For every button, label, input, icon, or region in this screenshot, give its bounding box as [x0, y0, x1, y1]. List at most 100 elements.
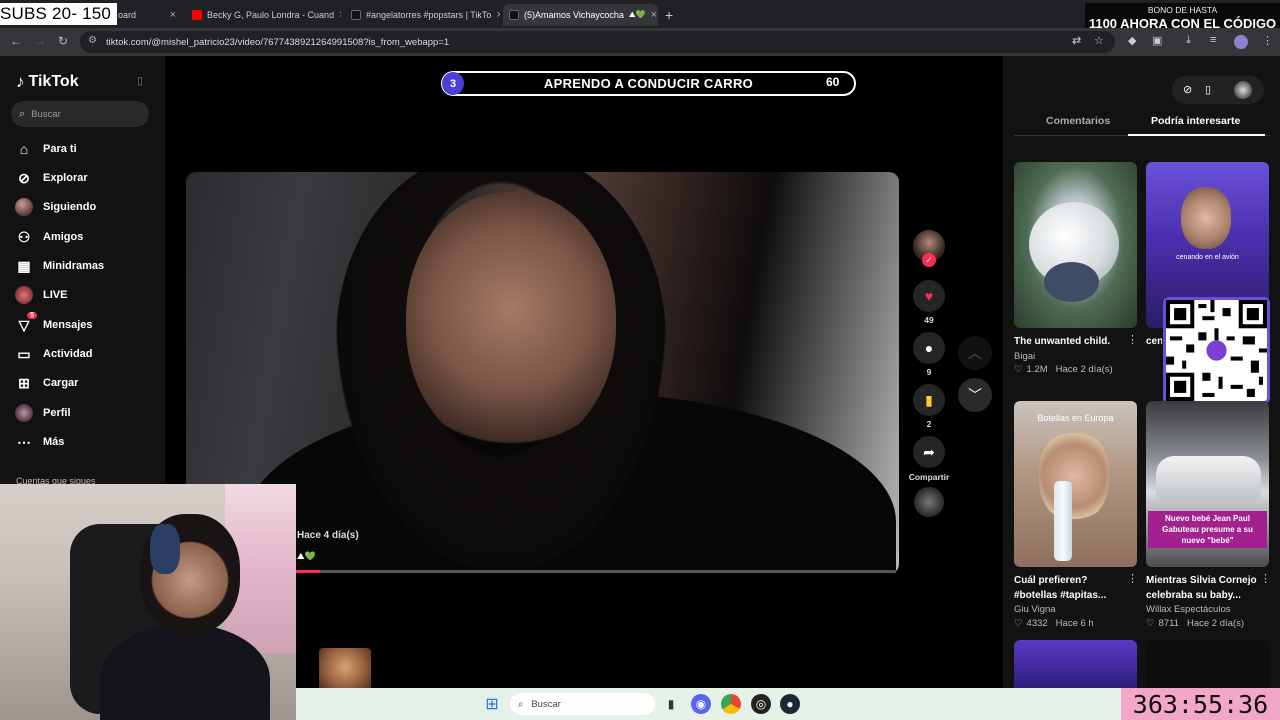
save-button[interactable]: ▮ — [913, 384, 945, 416]
chick-illustration — [1044, 262, 1099, 302]
video-progress-track[interactable] — [296, 570, 896, 573]
video-title[interactable]: cena — [1146, 334, 1162, 349]
like-button[interactable]: ♥ — [913, 280, 945, 312]
url-text: tiktok.com/@mishel_patricio23/video/7677… — [106, 36, 450, 48]
search-placeholder: Buscar — [31, 108, 61, 120]
qr-pattern — [1166, 300, 1267, 401]
thumb-overlay-text: cenando en el avión — [1176, 254, 1239, 261]
new-tab-button[interactable]: + — [665, 7, 673, 23]
site-info-icon[interactable]: ⚙ — [88, 35, 97, 46]
goal-banner: APRENDO A CONDUCIR CARRO — [441, 71, 856, 96]
previous-video-button[interactable]: ︿ — [958, 336, 992, 370]
sidebar-item-mensajes[interactable]: ▽ 5 Mensajes — [15, 312, 93, 336]
taskbar-search-placeholder: Buscar — [531, 698, 561, 710]
browser-tab[interactable]: #angelatorres #popstars | TikTo × — [345, 4, 500, 26]
sidebar-item-live[interactable]: LIVE — [15, 284, 67, 306]
windows-start-icon[interactable]: ⊞ — [482, 694, 502, 714]
live-icon — [15, 286, 33, 304]
back-icon[interactable]: ← — [10, 34, 22, 48]
profile-avatar-icon[interactable] — [1234, 35, 1248, 49]
recommended-video-thumb[interactable] — [1014, 162, 1137, 328]
tiktok-logo[interactable]: ♪ TikTok — [16, 72, 79, 92]
sidebar-item-amigos[interactable]: ⚇ Amigos — [15, 226, 84, 248]
compass-icon[interactable]: ⊘ — [1183, 83, 1192, 96]
steam-icon[interactable]: ● — [780, 694, 800, 714]
tab-title: #angelatorres #popstars | TikTo — [366, 10, 492, 20]
task-view-icon[interactable]: ▮ — [661, 694, 681, 714]
media-icon[interactable]: ≡ — [1210, 34, 1216, 46]
extension-icon[interactable]: ◆ — [1128, 34, 1136, 47]
bookmark-icon: ▮ — [925, 391, 933, 408]
nav-label: Perfil — [43, 407, 71, 419]
browser-tab-active[interactable]: (5)Amamos Vichaycocha ⛰💚 × — [503, 4, 658, 26]
close-tab-icon[interactable]: × — [651, 9, 657, 21]
share-button[interactable]: ➦ — [913, 436, 945, 468]
next-video-button[interactable]: ﹀ — [958, 378, 992, 412]
video-author[interactable]: Bigai — [1014, 351, 1035, 362]
video-author[interactable]: Willax Espectáculos — [1146, 604, 1230, 615]
save-count: 2 — [926, 419, 932, 429]
nav-label: Actividad — [43, 348, 93, 360]
menu-kebab-icon[interactable]: ⋮ — [1262, 34, 1273, 47]
video-author[interactable]: Giu Vigna — [1014, 604, 1056, 615]
download-icon[interactable]: ⤓ — [1186, 34, 1191, 47]
recommended-video-thumb[interactable]: Botellas en Europa — [1014, 401, 1137, 567]
reload-icon[interactable]: ↻ — [58, 34, 68, 48]
browser-tab[interactable]: oard × — [112, 4, 182, 26]
video-title[interactable]: The unwanted child. — [1014, 334, 1129, 349]
sidebar-item-siguiendo[interactable]: Siguiendo — [15, 196, 96, 218]
sidebar-item-cargar[interactable]: ⊞ Cargar — [15, 372, 78, 394]
browser-tab[interactable]: Becky G, Paulo Londra - Cuand × — [186, 4, 341, 26]
sidebar-item-minidramas[interactable]: ▦ Minidramas — [15, 255, 104, 277]
collapse-sidebar-icon[interactable]: ▯ — [137, 74, 143, 87]
tiktok-note-icon: ♪ — [16, 72, 25, 91]
discord-icon[interactable]: ◉ — [691, 694, 711, 714]
avatar-icon — [15, 198, 33, 216]
video-title[interactable]: Mientras Silvia Cornejo celebraba su bab… — [1146, 573, 1261, 603]
sidebar-item-actividad[interactable]: ▭ Actividad — [15, 343, 93, 365]
recommended-video-thumb[interactable] — [1146, 640, 1269, 688]
friends-icon: ⚇ — [17, 228, 31, 245]
chevron-up-icon: ︿ — [968, 345, 982, 361]
recommended-video-thumb[interactable] — [1014, 640, 1137, 688]
chrome-icon[interactable] — [721, 694, 741, 714]
sidebar-item-explorar[interactable]: ⊘ Explorar — [15, 167, 88, 189]
thumb-overlay-text: Nuevo bebé Jean Paul Gabuteau presume a … — [1148, 511, 1267, 548]
user-avatar[interactable] — [1234, 81, 1252, 99]
close-tab-icon[interactable]: × — [339, 9, 341, 21]
headset — [150, 524, 180, 574]
follow-check-icon[interactable]: ✓ — [922, 253, 936, 267]
tab-podria-interesarte[interactable]: Podría interesarte — [1151, 115, 1240, 127]
close-tab-icon[interactable]: × — [170, 9, 176, 21]
more-options-icon[interactable]: ⋮ — [1260, 572, 1271, 585]
comment-button[interactable]: ● — [913, 332, 945, 364]
bookmark-star-icon[interactable]: ☆ — [1094, 34, 1104, 47]
more-options-icon[interactable]: ⋮ — [1127, 572, 1138, 585]
sidebar-item-perfil[interactable]: Perfil — [15, 402, 71, 424]
puzzle-icon[interactable]: ▣ — [1152, 34, 1162, 47]
profile-avatar-icon — [15, 404, 33, 422]
video-stats: ♡ 8711 Hace 2 día(s) — [1146, 618, 1244, 629]
music-disc[interactable] — [914, 487, 944, 517]
chevron-down-icon: ﹀ — [968, 387, 982, 403]
nav-label: Siguiendo — [43, 201, 97, 213]
taskbar-search[interactable]: ⌕ Buscar — [510, 693, 655, 715]
close-tab-icon[interactable]: × — [496, 9, 500, 21]
sidebar-item-para-ti[interactable]: ⌂ Para ti — [15, 138, 77, 160]
car-illustration — [1156, 456, 1261, 501]
search-input[interactable]: ⌕ Buscar — [11, 101, 149, 127]
translate-icon[interactable]: ⇄ — [1072, 34, 1081, 47]
post-time: Hace 4 día(s) — [297, 530, 359, 541]
tiktok-icon — [351, 10, 361, 20]
obs-icon[interactable]: ◎ — [751, 694, 771, 714]
youtube-icon — [192, 10, 202, 20]
forward-icon[interactable]: → — [34, 34, 46, 48]
video-title[interactable]: Cuál prefieren? #botellas #tapitas... — [1014, 573, 1129, 603]
tab-comentarios[interactable]: Comentarios — [1046, 115, 1110, 127]
url-field[interactable]: ⚙ tiktok.com/@mishel_patricio23/video/76… — [80, 31, 1115, 53]
sidebar-item-mas[interactable]: ⋯ Más — [15, 431, 64, 453]
logo-text: TikTok — [28, 73, 79, 90]
recommended-video-thumb[interactable]: Nuevo bebé Jean Paul Gabuteau presume a … — [1146, 401, 1269, 567]
device-icon[interactable]: ▯ — [1205, 83, 1211, 96]
more-options-icon[interactable]: ⋮ — [1127, 333, 1138, 346]
